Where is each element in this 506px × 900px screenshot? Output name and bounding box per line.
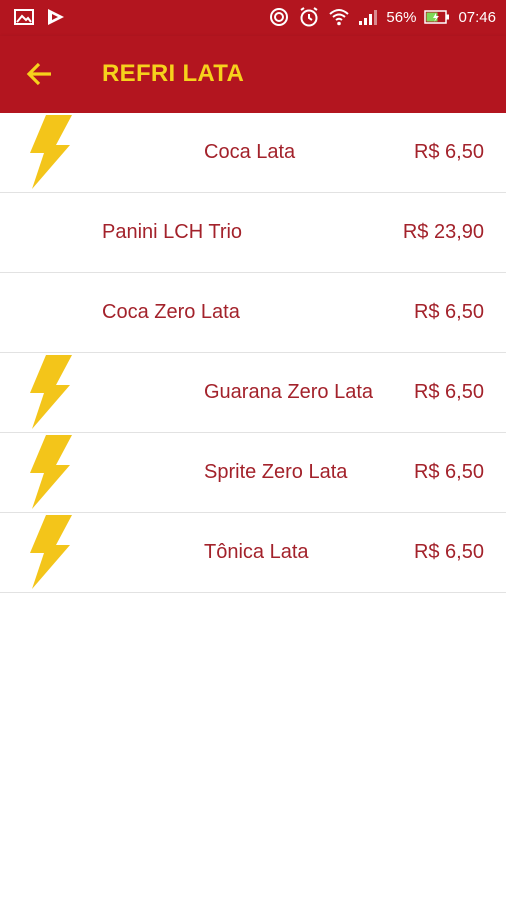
app-notification-icon [48,9,64,25]
item-price: R$ 6,50 [413,301,484,323]
status-bar: 56% 07:46 [0,0,506,36]
item-price: R$ 6,50 [413,141,484,163]
item-name: Tônica Lata [204,541,309,563]
item-price: R$ 23,90 [402,221,484,243]
gallery-icon [14,9,34,25]
lightning-icon [26,433,76,511]
list-item[interactable]: Sprite Zero Lata R$ 6,50 [0,433,506,513]
list-item[interactable]: Panini LCH Trio R$ 23,90 [0,193,506,273]
lightning-icon [26,353,76,431]
item-name: Coca Zero Lata [102,301,240,323]
status-time: 07:46 [458,8,496,26]
list-item[interactable]: Coca Lata R$ 6,50 [0,113,506,193]
item-name: Sprite Zero Lata [204,461,348,483]
list-item[interactable]: Tônica Lata R$ 6,50 [0,513,506,593]
sync-icon [270,8,289,26]
list-item[interactable]: Guarana Zero Lata R$ 6,50 [0,353,506,433]
lightning-icon [26,113,76,191]
signal-icon [359,10,378,25]
app-bar: REFRI LATA [0,36,506,113]
arrow-left-icon [26,62,51,86]
page-title: REFRI LATA [102,60,245,87]
item-price: R$ 6,50 [413,461,484,483]
item-price: R$ 6,50 [413,541,484,563]
alarm-icon [300,7,318,27]
item-name: Coca Lata [204,141,296,163]
lightning-icon [26,513,76,591]
product-list: Coca Lata R$ 6,50 Panini LCH Trio R$ 23,90 C… [0,113,506,593]
list-item[interactable]: Coca Zero Lata R$ 6,50 [0,273,506,353]
item-price: R$ 6,50 [413,381,484,403]
item-name: Panini LCH Trio [102,221,243,243]
wifi-icon [329,9,350,26]
item-name: Guarana Zero Lata [204,381,373,403]
battery-icon [424,10,450,24]
battery-percent: 56% [386,8,417,26]
back-button[interactable] [18,56,58,92]
